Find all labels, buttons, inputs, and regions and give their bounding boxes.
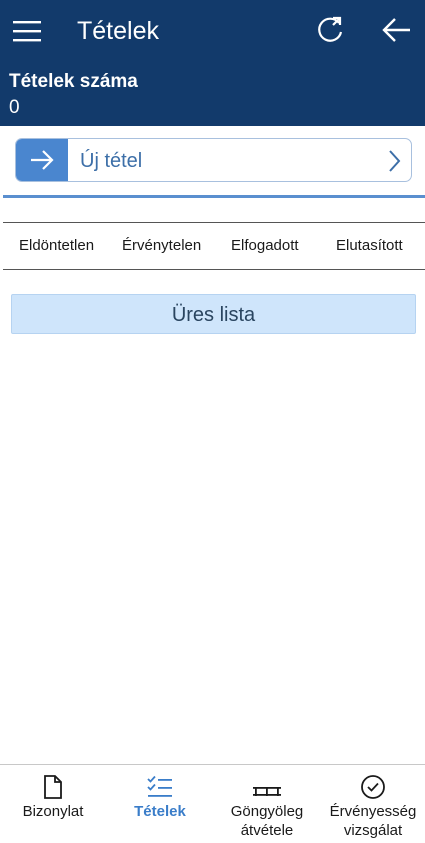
nav-document[interactable]: Bizonylat — [0, 765, 106, 843]
empty-list-message: Üres lista — [11, 294, 416, 334]
refresh-icon[interactable] — [313, 13, 347, 47]
item-count-label: Tételek száma — [9, 71, 138, 92]
document-icon — [44, 775, 62, 799]
new-item-button[interactable]: Új tétel — [15, 138, 412, 182]
hamburger-menu-icon[interactable] — [10, 14, 44, 48]
section-divider — [3, 195, 425, 198]
nav-packaging-receipt[interactable]: Göngyöleg átvétele — [214, 765, 320, 843]
app-header: Tételek Tételek száma 0 — [0, 0, 425, 126]
nav-document-label: Bizonylat — [22, 803, 84, 820]
checklist-icon — [147, 775, 172, 797]
new-item-label: Új tétel — [80, 150, 143, 172]
page-title: Tételek — [77, 17, 159, 45]
pallet-icon — [253, 787, 281, 796]
nav-packaging-label-line1: Göngyöleg — [230, 803, 304, 820]
nav-items[interactable]: Tételek — [107, 765, 213, 843]
filter-undecided[interactable]: Eldöntetlen — [19, 236, 94, 256]
filter-rejected[interactable]: Elutasított — [336, 236, 403, 256]
filter-divider-top — [3, 222, 425, 223]
bottom-navigation: Bizonylat Tételek Göngyöleg átvétele Érv… — [0, 764, 425, 843]
nav-validity-check[interactable]: Érvényesség vizsgálat — [320, 765, 425, 843]
arrow-right-box — [16, 139, 68, 181]
filter-invalid[interactable]: Érvénytelen — [122, 236, 201, 256]
nav-validity-label-line2: vizsgálat — [343, 822, 403, 839]
filter-accepted[interactable]: Elfogadott — [231, 236, 299, 256]
item-count-value: 0 — [9, 97, 20, 118]
nav-validity-label-line1: Érvényesség — [329, 803, 417, 820]
check-circle-icon — [361, 775, 385, 799]
nav-packaging-receipt-label: Göngyöleg átvétele — [214, 802, 320, 840]
filter-divider-bottom — [3, 269, 425, 270]
nav-items-label: Tételek — [134, 803, 186, 820]
arrow-left-icon[interactable] — [380, 13, 414, 47]
nav-validity-check-label: Érvényesség vizsgálat — [320, 802, 425, 840]
chevron-right-icon — [389, 150, 401, 172]
arrow-right-icon — [31, 150, 54, 170]
nav-packaging-label-line2: átvétele — [240, 822, 294, 839]
